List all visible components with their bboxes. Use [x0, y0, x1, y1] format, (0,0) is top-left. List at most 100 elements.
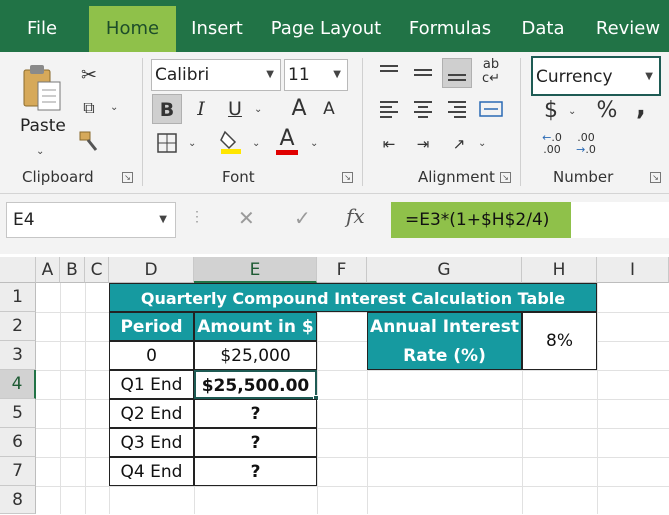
dollar-icon: $ [544, 98, 558, 123]
tab-data[interactable]: Data [514, 0, 572, 52]
bottom-align-button[interactable] [442, 58, 472, 88]
resize-handle-icon[interactable]: ⋮ [190, 208, 204, 225]
fill-color-button[interactable] [216, 126, 246, 156]
cancel-icon[interactable]: ✕ [238, 206, 255, 231]
interest-rate-label-cell[interactable]: Annual Interest Rate (%) [367, 312, 522, 370]
paste-label: Paste [20, 116, 66, 136]
column-header-i[interactable]: I [597, 257, 669, 283]
bold-button[interactable]: B [152, 94, 182, 124]
align-center-button[interactable] [408, 94, 438, 124]
font-color-button[interactable]: A [272, 124, 302, 155]
row-header-2[interactable]: 2 [0, 312, 36, 341]
row-header-8[interactable]: 8 [0, 486, 36, 514]
chevron-down-icon[interactable]: ⌄ [252, 138, 260, 149]
decrease-indent-button[interactable]: ⇤ [374, 128, 404, 158]
interest-rate-value-cell[interactable]: 8% [522, 312, 597, 370]
select-all-corner[interactable] [0, 257, 36, 283]
row-header-7[interactable]: 7 [0, 457, 36, 486]
amount-header-cell[interactable]: Amount in $ [194, 312, 317, 341]
row-header-6[interactable]: 6 [0, 428, 36, 457]
top-align-button[interactable] [374, 58, 404, 88]
chevron-down-icon[interactable]: ⌄ [478, 138, 486, 149]
cut-button[interactable]: ✂ [74, 60, 104, 90]
chevron-down-icon[interactable]: ⌄ [310, 138, 318, 149]
name-box[interactable]: E4 ▼ [6, 202, 176, 238]
orientation-button[interactable]: ↗ [444, 128, 474, 158]
decrease-font-size-button[interactable]: A [314, 94, 344, 124]
column-header-h[interactable]: H [522, 257, 597, 283]
align-right-icon [448, 101, 466, 118]
comma-style-button[interactable]: , [626, 92, 656, 122]
align-left-button[interactable] [374, 94, 404, 124]
increase-font-size-button[interactable]: A [284, 94, 314, 124]
tab-insert[interactable]: Insert [184, 0, 250, 52]
chevron-down-icon[interactable]: ⌄ [254, 104, 262, 115]
row-header-5[interactable]: 5 [0, 399, 36, 428]
period-cell[interactable]: Q3 End [109, 428, 194, 457]
clipboard-launcher-icon[interactable]: ↘ [122, 172, 133, 183]
tab-review[interactable]: Review [590, 0, 666, 52]
selected-cell-e4[interactable]: $25,500.00 [194, 370, 317, 399]
align-right-button[interactable] [442, 94, 472, 124]
number-launcher-icon[interactable]: ↘ [650, 172, 661, 183]
group-separator [362, 58, 363, 186]
period-cell[interactable]: Q2 End [109, 399, 194, 428]
column-header-a[interactable]: A [36, 257, 60, 283]
copy-button[interactable]: ⧉ [74, 92, 104, 122]
column-header-e[interactable]: E [194, 257, 317, 283]
table-title-cell[interactable]: Quarterly Compound Interest Calculation … [109, 283, 597, 312]
column-header-b[interactable]: B [60, 257, 85, 283]
italic-button[interactable]: I [186, 94, 216, 124]
borders-button[interactable] [152, 128, 182, 158]
font-size-dropdown[interactable]: 11 ▼ [284, 59, 348, 91]
paste-button[interactable]: Paste ⌄ [16, 62, 66, 157]
interest-rate-label-line2: Rate (%) [403, 346, 486, 366]
chevron-down-icon: ▼ [333, 69, 341, 80]
period-header-cell[interactable]: Period [109, 312, 194, 341]
enter-icon[interactable]: ✓ [294, 206, 311, 231]
row-header-3[interactable]: 3 [0, 341, 36, 370]
amount-cell[interactable]: ? [194, 399, 317, 428]
amount-cell[interactable]: $25,000 [194, 341, 317, 370]
row-header-4[interactable]: 4 [0, 370, 36, 399]
number-format-dropdown[interactable]: Currency ▼ [531, 56, 661, 96]
wrap-text-button[interactable]: ab c↵ [476, 58, 506, 88]
increase-indent-icon: ⇥ [416, 135, 430, 153]
increase-indent-button[interactable]: ⇥ [408, 128, 438, 158]
chevron-down-icon[interactable]: ⌄ [568, 106, 576, 117]
column-header-g[interactable]: G [367, 257, 522, 283]
wrap-text-icon: ab c↵ [481, 57, 501, 86]
format-painter-button[interactable] [74, 126, 104, 156]
comma-icon: , [636, 92, 646, 122]
period-cell[interactable]: 0 [109, 341, 194, 370]
middle-align-button[interactable] [408, 58, 438, 88]
currency-format-button[interactable]: $ [536, 96, 566, 126]
name-box-value: E4 [13, 210, 35, 230]
increase-decimal-button[interactable]: ←.0.00 [536, 128, 568, 158]
tab-home[interactable]: Home [89, 6, 176, 52]
tab-page-layout[interactable]: Page Layout [268, 0, 384, 52]
insert-function-icon[interactable]: fx [346, 204, 365, 228]
amount-cell[interactable]: ? [194, 428, 317, 457]
font-name-dropdown[interactable]: Calibri ▼ [151, 59, 281, 91]
percent-style-button[interactable]: % [592, 96, 622, 126]
underline-button[interactable]: U [220, 94, 250, 124]
chevron-down-icon[interactable]: ⌄ [110, 102, 118, 113]
chevron-down-icon[interactable]: ⌄ [188, 138, 196, 149]
interest-rate-label-line1: Annual Interest [370, 317, 519, 337]
period-cell[interactable]: Q4 End [109, 457, 194, 486]
column-header-c[interactable]: C [85, 257, 109, 283]
merge-center-button[interactable] [476, 94, 506, 124]
period-cell[interactable]: Q1 End [109, 370, 194, 399]
font-launcher-icon[interactable]: ↘ [342, 172, 353, 183]
row-header-1[interactable]: 1 [0, 283, 36, 312]
tab-file[interactable]: File [12, 0, 72, 52]
decrease-decimal-button[interactable]: .00 →.0 [570, 128, 602, 158]
column-header-f[interactable]: F [317, 257, 367, 283]
amount-cell[interactable]: ? [194, 457, 317, 486]
alignment-launcher-icon[interactable]: ↘ [500, 172, 511, 183]
tab-formulas[interactable]: Formulas [402, 0, 498, 52]
formula-input-extension[interactable] [571, 202, 669, 238]
column-header-d[interactable]: D [109, 257, 194, 283]
formula-input[interactable]: =E3*(1+$H$2/4) [391, 202, 571, 238]
